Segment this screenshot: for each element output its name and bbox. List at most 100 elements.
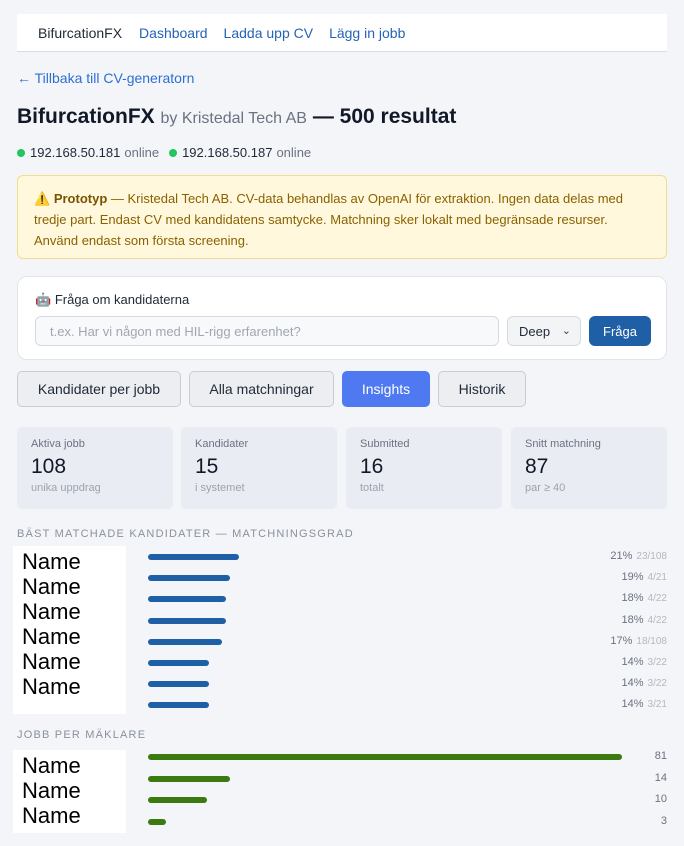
- mode-select[interactable]: Deep ⌄: [507, 316, 581, 346]
- match-percent-value: 18%: [621, 592, 644, 605]
- stat-sub: par ≥ 40: [525, 482, 566, 494]
- online-dot-icon: [17, 148, 25, 157]
- match-bar: [148, 702, 209, 709]
- stat-value: 15: [195, 455, 219, 478]
- stat-label: Kandidater: [195, 438, 249, 450]
- broker-bar: [148, 797, 207, 803]
- company-owner: by Kristedal Tech AB: [160, 110, 307, 127]
- match-bar: [148, 596, 226, 603]
- match-percent: 19% 4/21: [622, 571, 668, 583]
- broker-count: 3: [660, 814, 667, 827]
- match-percent: 14% 3/22: [622, 656, 668, 668]
- candidate-name: Name: [22, 674, 81, 699]
- match-bar: [148, 660, 209, 666]
- tab-history[interactable]: Historik: [438, 371, 526, 407]
- match-section-title: BÄST MATCHADE KANDIDATER — MATCHNINGSGRA…: [17, 528, 354, 540]
- broker-names: Name Name Name: [13, 750, 126, 833]
- nav-brand[interactable]: BifurcationFX: [38, 25, 122, 41]
- broker-name: Name: [22, 778, 81, 803]
- warning-label: Prototyp: [53, 191, 108, 206]
- stat-active-jobs: Aktiva jobb 108 unika uppdrag: [17, 427, 173, 509]
- broker-name: Name: [22, 753, 81, 778]
- server-state: online: [276, 145, 312, 160]
- match-bar: [148, 681, 209, 688]
- candidate-name: Name: [22, 574, 81, 599]
- match-percent-value: 14%: [621, 677, 644, 690]
- match-percent-value: 18%: [621, 613, 644, 626]
- candidate-name: Name: [22, 599, 81, 624]
- match-fraction: 4/22: [647, 593, 667, 605]
- robot-icon: 🤖: [35, 292, 52, 307]
- match-fraction: 3/21: [647, 699, 667, 711]
- broker-bar: [148, 754, 622, 760]
- back-link[interactable]: ← Tillbaka till CV-generatorn: [17, 70, 194, 86]
- broker-section-title: JOBB PER MÄKLARE: [17, 729, 147, 741]
- match-bar: [148, 575, 230, 582]
- match-percent-value: 21%: [610, 550, 633, 562]
- mode-select-value: Deep: [519, 323, 551, 339]
- page-title: BifurcationFX by Kristedal Tech AB — 500…: [17, 105, 456, 129]
- match-bar: [148, 638, 222, 645]
- match-fraction: 3/22: [647, 678, 667, 690]
- stat-label: Snitt matchning: [525, 438, 601, 450]
- match-percent-value: 14%: [621, 698, 644, 711]
- candidate-name: Name: [22, 549, 81, 574]
- candidate-name: Name: [22, 624, 81, 649]
- match-percent: 21% 23/108: [610, 550, 667, 562]
- nav-link-add-job[interactable]: Lägg in jobb: [329, 25, 405, 41]
- match-fraction: 4/21: [647, 572, 667, 584]
- broker-name: Name: [22, 803, 81, 828]
- stat-value: 108: [31, 455, 67, 478]
- nav-link-dashboard[interactable]: Dashboard: [139, 25, 208, 41]
- match-bar: [148, 617, 226, 624]
- broker-count: 81: [654, 750, 667, 762]
- stat-label: Submitted: [360, 438, 410, 450]
- candidate-name: Name: [22, 649, 81, 674]
- match-fraction: 4/22: [647, 614, 667, 626]
- stat-submitted: Submitted 16 totalt: [346, 427, 502, 509]
- match-percent: 18% 4/22: [622, 592, 668, 604]
- broker-bar: [148, 818, 166, 825]
- tab-insights[interactable]: Insights: [342, 371, 430, 407]
- match-bar: [148, 554, 239, 560]
- stat-value: 87: [525, 455, 549, 478]
- server-host: 192.168.50.187: [182, 145, 273, 160]
- match-names: Name Name Name Name Name Name: [13, 546, 126, 714]
- server-host: 192.168.50.181: [30, 145, 121, 160]
- stat-sub: totalt: [360, 482, 384, 494]
- match-fraction: 18/108: [636, 635, 667, 647]
- match-percent: 18% 4/22: [622, 614, 668, 626]
- server-status: 192.168.50.181 online 192.168.50.187 onl…: [17, 145, 321, 160]
- warning-text: — Kristedal Tech AB. CV-data behandlas a…: [34, 191, 623, 248]
- prototype-warning: ⚠️ Prototyp — Kristedal Tech AB. CV-data…: [17, 175, 667, 259]
- online-dot-icon: [169, 148, 178, 157]
- ask-input[interactable]: [35, 316, 499, 346]
- ask-button[interactable]: Fråga: [589, 316, 651, 346]
- stat-sub: unika uppdrag: [31, 482, 101, 494]
- broker-bar: [148, 775, 230, 782]
- match-percent-value: 17%: [610, 634, 633, 647]
- stat-candidates: Kandidater 15 i systemet: [181, 427, 337, 509]
- ask-title: 🤖 Fråga om kandidaterna: [35, 292, 189, 308]
- top-nav: BifurcationFX Dashboard Ladda upp CV Läg…: [17, 14, 667, 52]
- stat-value: 16: [360, 455, 384, 478]
- warning-icon: ⚠️: [34, 191, 51, 206]
- ask-title-text: Fråga om kandidaterna: [54, 292, 190, 307]
- match-fraction: 3/22: [647, 657, 667, 668]
- match-percent: 14% 3/22: [622, 677, 668, 689]
- nav-link-upload-cv[interactable]: Ladda upp CV: [224, 25, 314, 41]
- match-fraction: 23/108: [636, 551, 667, 562]
- match-percent-value: 14%: [621, 656, 644, 668]
- ask-card: 🤖 Fråga om kandidaterna Deep ⌄ Fråga: [17, 276, 667, 360]
- match-percent-value: 19%: [621, 571, 644, 584]
- broker-count: 14: [654, 771, 667, 784]
- tab-all-matches[interactable]: Alla matchningar: [189, 371, 334, 407]
- stat-label: Aktiva jobb: [31, 438, 85, 450]
- match-percent: 17% 18/108: [610, 635, 667, 647]
- stat-avg-match: Snitt matchning 87 par ≥ 40: [511, 427, 667, 509]
- stat-sub: i systemet: [195, 482, 245, 494]
- match-percent: 14% 3/21: [622, 698, 668, 710]
- tab-candidates-per-job[interactable]: Kandidater per jobb: [17, 371, 181, 407]
- broker-count: 10: [654, 793, 667, 805]
- result-count: — 500 resultat: [312, 105, 457, 128]
